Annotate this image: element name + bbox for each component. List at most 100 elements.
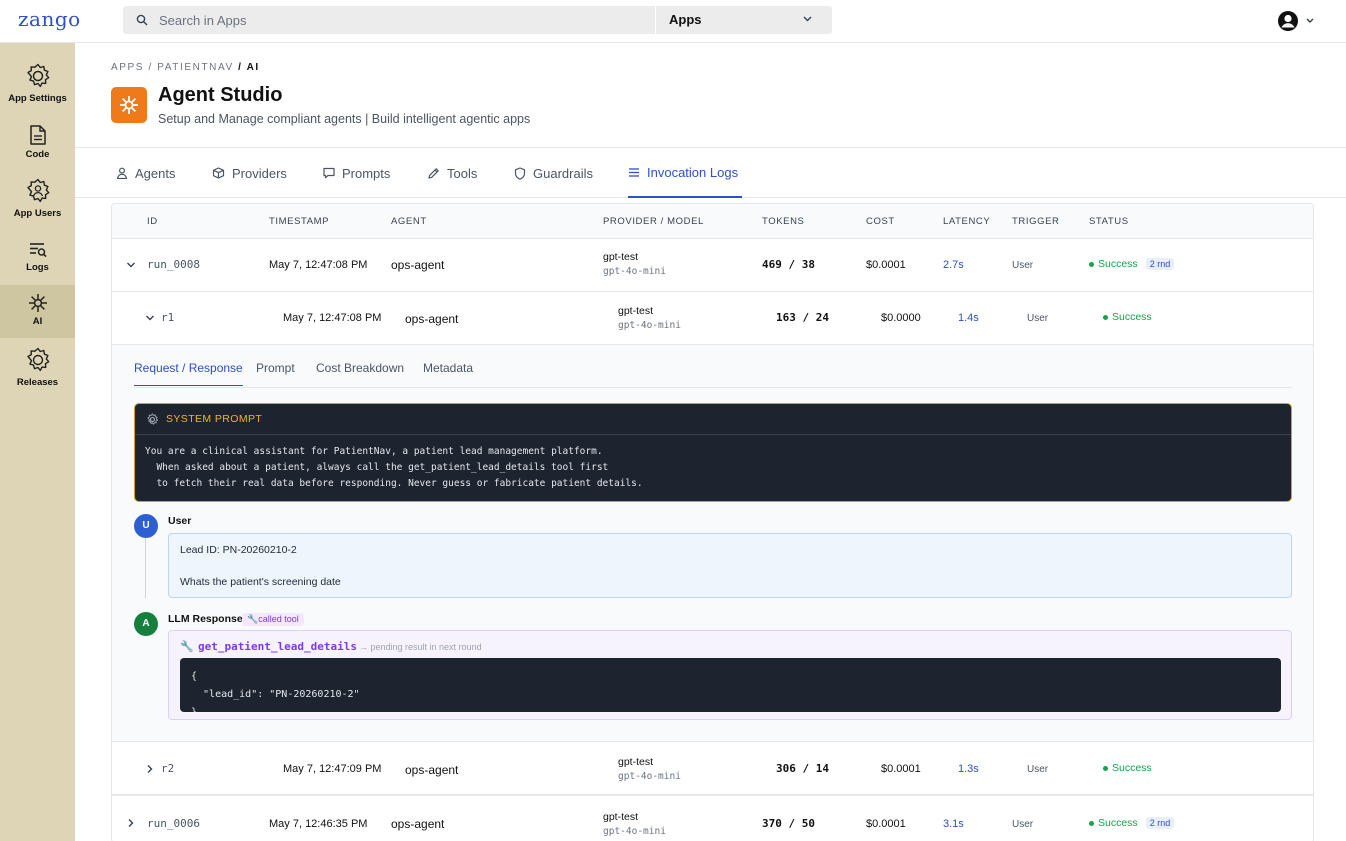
tab-agents[interactable]: Agents <box>116 148 175 198</box>
column-header: COST <box>866 216 895 227</box>
model-name: gpt-4o-mini <box>618 320 681 331</box>
tab-label: Prompts <box>342 165 391 181</box>
tab-request-response[interactable]: Request / Response <box>134 361 243 386</box>
detail-tabs: Request / Response Prompt Cost Breakdown… <box>134 345 1292 388</box>
system-prompt-header: SYSTEM PROMPT <box>135 404 1291 435</box>
tab-metadata[interactable]: Metadata <box>423 361 473 375</box>
round-timestamp: May 7, 12:47:09 PM <box>283 763 382 775</box>
sidebar-item-label: App Settings <box>8 93 67 104</box>
sidebar-item-ai[interactable]: AI <box>0 285 75 338</box>
tab-label: Tools <box>447 165 478 181</box>
list-icon <box>629 167 639 177</box>
tab-cost-breakdown[interactable]: Cost Breakdown <box>316 361 404 375</box>
main-content: APPS / PATIENTNAV / AI Agent Studio Setu… <box>75 43 1346 841</box>
round-tokens: 306 / 14 <box>776 762 829 775</box>
tab-prompts[interactable]: Prompts <box>323 148 390 198</box>
table-row[interactable]: r2 May 7, 12:47:09 PM ops-agent gpt-test… <box>112 743 1313 796</box>
column-header: ID <box>147 216 158 227</box>
page-title: Agent Studio <box>158 84 283 106</box>
round-provider-model: gpt-test gpt-4o-mini <box>618 305 681 331</box>
chevron-down-icon[interactable] <box>145 313 155 323</box>
user-menu[interactable] <box>1277 10 1317 32</box>
status-text: Success <box>1098 817 1138 829</box>
model-name: gpt-4o-mini <box>603 826 666 837</box>
table-row[interactable]: r1 May 7, 12:47:08 PM ops-agent gpt-test… <box>112 292 1313 345</box>
run-provider-model: gpt-test gpt-4o-mini <box>603 811 666 837</box>
sidebar-item-code[interactable]: Code <box>0 125 75 160</box>
sidebar-item-app-users[interactable]: App Users <box>0 177 75 222</box>
breadcrumb-separator: / <box>144 62 158 73</box>
run-cost: $0.0001 <box>866 259 906 271</box>
invocation-logs-table: ID TIMESTAMP AGENT PROVIDER / MODEL TOKE… <box>111 203 1314 841</box>
sidebar-item-logs[interactable]: Logs <box>0 241 75 275</box>
round-cost: $0.0001 <box>881 763 921 775</box>
app-scope-select[interactable]: Apps <box>655 6 832 34</box>
user-message-line: Whats the patient's screening date <box>180 576 341 588</box>
pencil-icon <box>428 167 439 179</box>
provider-name: gpt-test <box>603 251 639 263</box>
chevron-right-icon[interactable] <box>145 764 155 774</box>
tab-tools[interactable]: Tools <box>427 148 477 198</box>
breadcrumb-current: AI <box>246 62 260 73</box>
chevron-right-icon[interactable] <box>126 818 136 828</box>
tab-guardrails[interactable]: Guardrails <box>514 148 593 198</box>
round-agent: ops-agent <box>405 312 459 326</box>
status-badge: Success 2 rnd <box>1089 258 1175 270</box>
chevron-down-icon[interactable] <box>126 260 136 270</box>
shield-icon <box>514 166 526 180</box>
user-message: Lead ID: PN-20260210-2 Whats the patient… <box>168 533 1292 598</box>
page-subtitle: Setup and Manage compliant agents | Buil… <box>158 112 531 126</box>
status-dot-icon <box>1089 261 1094 267</box>
sidebar-item-releases[interactable]: Releases <box>0 346 75 391</box>
app-scope-value: Apps <box>669 12 702 27</box>
column-header: TIMESTAMP <box>269 216 330 227</box>
table-row[interactable]: run_0008 May 7, 12:47:08 PM ops-agent gp… <box>112 239 1313 292</box>
thread-line <box>145 528 146 598</box>
run-cost: $0.0001 <box>866 818 906 830</box>
tool-call-card: 🔧 get_patient_lead_details → pending res… <box>168 630 1292 720</box>
column-header: AGENT <box>391 216 427 227</box>
code-line: { <box>191 671 198 682</box>
person-icon <box>116 167 128 179</box>
run-latency: 2.7s <box>943 259 964 271</box>
breadcrumb-patientnav[interactable]: PATIENTNAV <box>157 62 234 73</box>
status-text: Success <box>1112 311 1152 323</box>
round-agent: ops-agent <box>405 763 459 777</box>
tab-prompt[interactable]: Prompt <box>256 361 295 375</box>
run-tokens: 469 / 38 <box>762 258 815 271</box>
column-header: STATUS <box>1089 216 1129 227</box>
model-name: gpt-4o-mini <box>618 771 681 782</box>
system-prompt-line: When asked about a patient, always call … <box>145 462 609 473</box>
provider-name: gpt-test <box>618 305 654 317</box>
run-trigger: User <box>1012 819 1034 830</box>
column-header: TRIGGER <box>1012 216 1060 227</box>
sidebar-item-label: AI <box>32 316 43 327</box>
search-box[interactable] <box>123 6 655 34</box>
zango-logo[interactable]: zango <box>18 7 81 31</box>
table-row[interactable]: run_0006 May 7, 12:46:35 PM ops-agent gp… <box>112 798 1313 841</box>
user-role-label: User <box>168 515 192 527</box>
code-line: } <box>191 704 360 712</box>
breadcrumb-apps[interactable]: APPS <box>111 62 144 73</box>
run-timestamp: May 7, 12:46:35 PM <box>269 818 368 830</box>
column-header: TOKENS <box>762 216 805 227</box>
gear-icon <box>147 413 158 425</box>
wrench-icon: 🔧 <box>180 641 194 653</box>
column-header: PROVIDER / MODEL <box>603 216 704 227</box>
sidebar: App Settings Code App Users Logs AI Rele… <box>0 43 75 841</box>
chevron-down-icon <box>1306 18 1314 23</box>
sidebar-item-app-settings[interactable]: App Settings <box>0 62 75 107</box>
called-tool-text: called tool <box>258 614 299 624</box>
search-icon <box>136 14 148 26</box>
run-trigger: User <box>1012 260 1034 271</box>
search-input[interactable] <box>159 6 639 34</box>
run-agent: ops-agent <box>391 817 445 831</box>
round-timestamp: May 7, 12:47:08 PM <box>283 312 382 324</box>
round-id: r2 <box>161 762 175 775</box>
tab-providers[interactable]: Providers <box>212 148 287 198</box>
status-dot-icon <box>1089 820 1094 826</box>
tool-name: get_patient_lead_details <box>198 640 357 653</box>
tab-invocation-logs[interactable]: Invocation Logs <box>628 148 743 198</box>
tab-label: Agents <box>135 165 176 181</box>
tab-label: Providers <box>232 165 287 181</box>
